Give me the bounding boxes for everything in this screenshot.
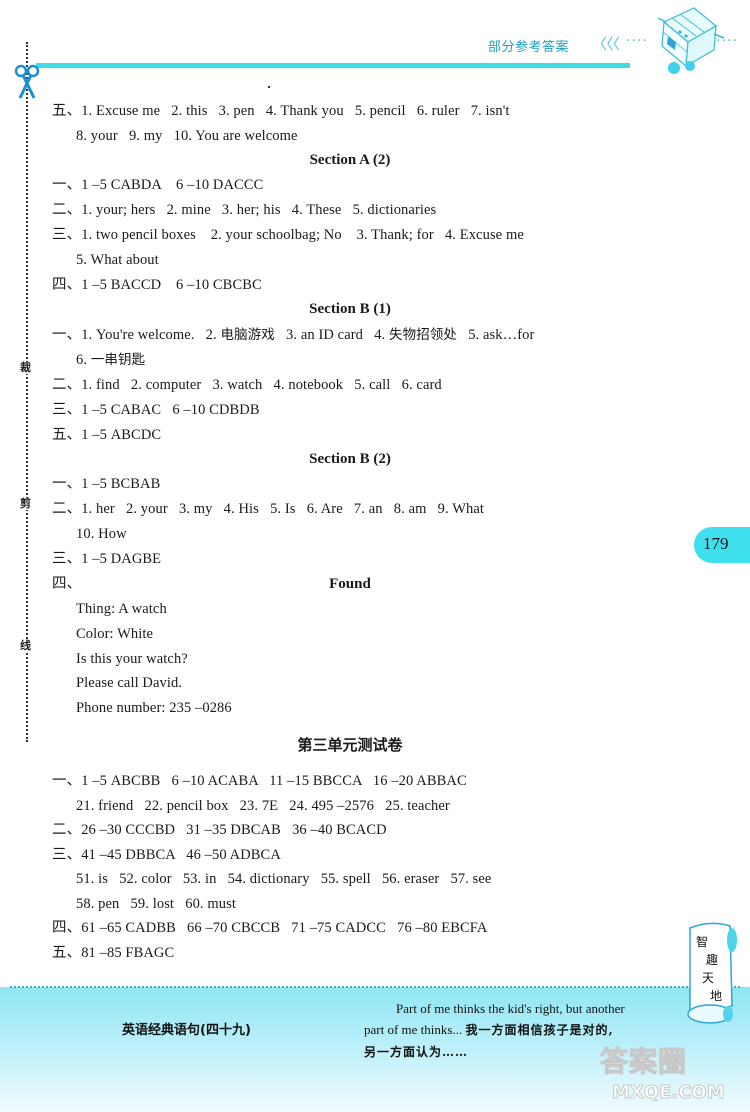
answer-line: 一、1. You're welcome. 2. 电脑游戏 3. an ID ca… [52, 326, 534, 344]
answer-text-cn: 一串钥匙 [90, 352, 146, 368]
answer-line: 8. your 9. my 10. You are welcome [76, 128, 298, 144]
answer-line: 51. is 52. color 53. in 54. dictionary 5… [76, 871, 492, 887]
cut-label: 剪 [20, 497, 31, 510]
watermark: 答案圈 [599, 1045, 688, 1079]
footer-divider [10, 986, 740, 988]
notice-line: Please call David. [76, 675, 183, 691]
answer-line: 三、1 –5 CABAC 6 –10 CDBDB [52, 402, 260, 418]
answer-text-cn: 失物招领处 [389, 327, 458, 343]
dots-decoration: ···· [626, 33, 648, 49]
answer-line: 一、1 –5 CABDA 6 –10 DACCC [52, 177, 264, 193]
answer-text: 3. an ID card 4. [274, 327, 390, 343]
answer-line: 5. What about [76, 252, 159, 268]
answer-line: 四、1 –5 BACCD 6 –10 CBCBC [52, 277, 262, 293]
answer-line: 五、1 –5 ABCDC [52, 427, 162, 443]
answer-line: 三、41 –45 DBBCA 46 –50 ADBCA [52, 847, 281, 863]
scroll-char: 趣 [706, 952, 718, 967]
section-heading: Section A (2) [309, 152, 391, 168]
scroll-char: 智 [696, 934, 708, 949]
answer-line: 二、1. find 2. computer 3. watch 4. notebo… [52, 377, 442, 393]
answer-line: 21. friend 22. pencil box 23. 7E 24. 495… [76, 798, 450, 814]
cut-label: 裁 [20, 361, 31, 374]
stray-mark [268, 86, 270, 88]
header-rule [36, 63, 630, 68]
quote-en: Part of me thinks the kid's right, but a… [396, 1001, 625, 1016]
scroll-char: 地 [710, 989, 722, 1003]
answer-text: 5. ask…for [457, 327, 535, 343]
answer-line: 二、1. your; hers 2. mine 3. her; his 4. T… [52, 202, 437, 218]
watermark: MXQE.COM [612, 1082, 726, 1104]
scroll-char: 天 [702, 971, 714, 985]
answer-line: 10. How [76, 526, 127, 542]
section-heading: Section B (2) [309, 451, 391, 467]
notice-title: Found [329, 576, 371, 592]
quote-en: part of me thinks... [364, 1022, 466, 1037]
quote-cn: 另一方面认为…… [364, 1045, 469, 1059]
chevron-left-icon: 〈〈〈 [592, 35, 620, 53]
section-heading: 第三单元测试卷 [297, 736, 403, 754]
answer-line: 一、1 –5 ABCBB 6 –10 ACABA 11 –15 BBCCA 16… [52, 773, 467, 789]
notice-line: Phone number: 235 –0286 [76, 700, 232, 716]
answer-line: 三、1. two pencil boxes 2. your schoolbag;… [52, 227, 524, 243]
answer-line: 58. pen 59. lost 60. must [76, 896, 236, 912]
answer-line: 四、61 –65 CADBB 66 –70 CBCCB 71 –75 CADCC… [52, 920, 488, 936]
answer-line: 6. 一串钥匙 [76, 351, 145, 369]
answer-line: 三、1 –5 DAGBE [52, 551, 162, 567]
scroll-icon: 智 趣 天 地 [687, 922, 737, 1024]
answer-line: 五、81 –85 FBAGC [52, 945, 175, 961]
cut-line [26, 42, 28, 742]
notice-line: Color: White [76, 626, 154, 642]
notice-line: Thing: A watch [76, 601, 167, 617]
section-label: 部分参考答案 [488, 40, 570, 55]
answer-text: 一、1. You're welcome. 2. [52, 327, 221, 343]
quote-cn: 我一方面相信孩子是对的, [465, 1023, 614, 1037]
answer-line: 五、1. Excuse me 2. this 3. pen 4. Thank y… [52, 103, 510, 119]
answer-line: 二、26 –30 CCCBD 31 –35 DBCAB 36 –40 BCACD [52, 822, 387, 838]
footer-title: 英语经典语句(四十九) [122, 1023, 251, 1038]
cut-label: 线 [20, 639, 31, 652]
page-number: 179 [703, 534, 729, 553]
dots-decoration: ···· [716, 33, 738, 49]
answer-text: 6. [76, 352, 91, 368]
notice-line: Is this your watch? [76, 651, 188, 667]
answer-line: 一、1 –5 BCBAB [52, 476, 161, 492]
answer-text-cn: 电脑游戏 [220, 327, 275, 343]
scissors-icon [14, 64, 40, 99]
answer-line: 二、1. her 2. your 3. my 4. His 5. Is 6. A… [52, 501, 485, 517]
section-heading: Section B (1) [309, 301, 391, 317]
